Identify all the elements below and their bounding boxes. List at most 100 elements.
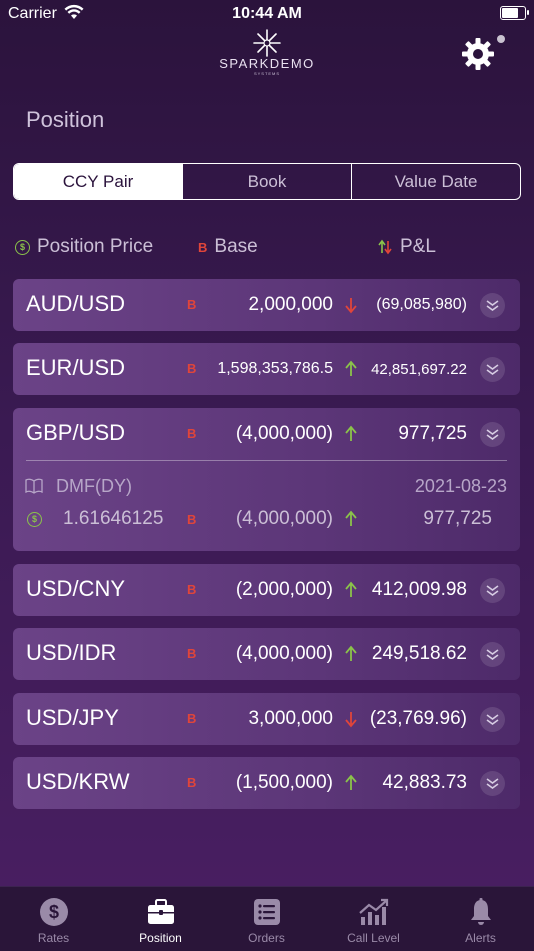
bell-icon (470, 898, 491, 925)
chevron-double-down-icon[interactable] (480, 293, 505, 318)
position-amount: 1,598,353,786.5 (217, 360, 333, 377)
position-row: GBP/USD B (4,000,000) 977,725 (13, 408, 520, 460)
legend-position-price: $ Position Price (15, 236, 153, 258)
base-badge: B (187, 582, 197, 597)
detail-price: 1.61646125 (63, 508, 164, 529)
legend-base-label: Base (214, 236, 258, 257)
position-card[interactable]: EUR/USD B 1,598,353,786.5 42,851,697.22 (13, 343, 520, 395)
position-card[interactable]: USD/CNY B (2,000,000) 412,009.98 (13, 564, 520, 616)
chart-up-icon (358, 898, 388, 925)
position-amount: (4,000,000) (235, 643, 333, 664)
chevron-double-down-icon[interactable] (480, 422, 505, 447)
ccy-pair: AUD/USD (26, 291, 126, 316)
position-amount: 2,000,000 (248, 294, 333, 315)
ccy-pair: USD/IDR (26, 640, 117, 665)
arrow-down-icon (345, 712, 357, 728)
tab-label: Call Level (347, 931, 400, 945)
tab-label: Position (139, 931, 182, 945)
logo-text: SPARKDEMO (219, 56, 315, 71)
base-badge: B (187, 646, 197, 661)
position-amount: 3,000,000 (248, 708, 333, 729)
legend-base: B Base (198, 236, 258, 258)
chevron-double-down-icon[interactable] (480, 707, 505, 732)
ccy-pair: GBP/USD (26, 420, 126, 445)
detail-value-date: 2021-08-23 (414, 476, 507, 496)
tab-orders[interactable]: Orders (213, 887, 320, 951)
pnl-value: (23,769.96) (369, 708, 467, 729)
tab-alerts[interactable]: Alerts (427, 887, 534, 951)
ccy-pair: EUR/USD (26, 355, 126, 380)
app-logo: SPARKDEMO SYSTEMS (200, 28, 334, 82)
position-card[interactable]: USD/IDR B (4,000,000) 249,518.62 (13, 628, 520, 680)
clock: 10:44 AM (232, 5, 302, 22)
base-badge: B (187, 297, 197, 312)
arrow-up-icon (345, 581, 357, 597)
chevron-double-down-icon[interactable] (480, 578, 505, 603)
pnl-value: 412,009.98 (371, 579, 467, 600)
tab-call-level[interactable]: Call Level (320, 887, 427, 951)
gear-icon[interactable] (460, 36, 496, 72)
position-row: USD/CNY B (2,000,000) 412,009.98 (13, 564, 520, 616)
arrow-up-icon (345, 360, 357, 376)
arrow-down-icon (345, 298, 357, 314)
tab-position[interactable]: Position (107, 887, 214, 951)
status-bar: Carrier 10:44 AM (0, 0, 534, 28)
ccy-pair: USD/KRW (26, 769, 130, 794)
base-badge: B (187, 426, 197, 441)
position-card[interactable]: USD/JPY B 3,000,000 (23,769.96) (13, 693, 520, 745)
notification-dot (497, 35, 505, 43)
tab-label: Orders (248, 931, 285, 945)
tab-label: Rates (37, 931, 70, 945)
pnl-value: 249,518.62 (371, 643, 467, 664)
pnl-value: 977,725 (398, 423, 467, 444)
dollar-circle-icon: $ (39, 898, 68, 926)
detail-book-name: DMF(DY) (56, 476, 132, 496)
column-legend: $ Position Price B Base P&L (0, 236, 534, 260)
arrow-up-icon (345, 774, 357, 790)
divider (26, 460, 507, 461)
ccy-pair: USD/CNY (26, 576, 126, 601)
battery-icon (500, 6, 529, 20)
position-row: USD/JPY B 3,000,000 (23,769.96) (13, 693, 520, 745)
chevron-double-down-icon[interactable] (480, 771, 505, 796)
tab-rates[interactable]: $ Rates (0, 887, 107, 951)
position-row: USD/KRW B (1,500,000) 42,883.73 (13, 757, 520, 809)
pnl-value: 42,851,697.22 (371, 361, 467, 378)
dollar-icon: $ (15, 239, 30, 255)
position-amount: (4,000,000) (235, 423, 333, 444)
position-card[interactable]: USD/KRW B (1,500,000) 42,883.73 (13, 757, 520, 809)
grouping-segmented-control: CCY Pair Book Value Date (13, 163, 521, 200)
briefcase-icon (147, 899, 174, 924)
ccy-pair: USD/JPY (26, 705, 119, 730)
position-card-expanded[interactable]: GBP/USD B (4,000,000) 977,725 DMF(DY) 20… (13, 408, 520, 551)
chevron-double-down-icon[interactable] (480, 642, 505, 667)
svg-text:$: $ (48, 902, 58, 922)
base-badge: B (187, 711, 197, 726)
pnl-value: (69,085,980) (376, 296, 467, 313)
arrow-up-icon (345, 645, 357, 661)
base-badge: B (187, 775, 197, 790)
position-card[interactable]: AUD/USD B 2,000,000 (69,085,980) (13, 279, 520, 331)
segment-book[interactable]: Book (182, 164, 351, 199)
base-badge: B (187, 361, 197, 376)
legend-price-label: Position Price (37, 236, 154, 257)
logo-subtext: SYSTEMS (253, 71, 281, 76)
book-icon (25, 478, 43, 494)
segment-value-date[interactable]: Value Date (351, 164, 520, 199)
chevron-double-down-icon[interactable] (480, 357, 505, 382)
position-row: AUD/USD B 2,000,000 (69,085,980) (13, 279, 520, 331)
bottom-tab-bar: $ Rates Position Orders Call Level Alert… (0, 886, 534, 951)
detail-pnl: 977,725 (423, 508, 492, 529)
arrow-up-icon (345, 510, 357, 526)
position-amount: (1,500,000) (235, 772, 333, 793)
up-down-arrows-icon (378, 239, 392, 255)
battery-level (502, 8, 518, 18)
position-row: EUR/USD B 1,598,353,786.5 42,851,697.22 (13, 343, 520, 395)
list-icon (253, 899, 280, 925)
dollar-icon: $ (27, 512, 42, 527)
legend-pnl-label: P&L (400, 236, 436, 257)
segment-ccy-pair[interactable]: CCY Pair (14, 164, 182, 199)
position-row: USD/IDR B (4,000,000) 249,518.62 (13, 628, 520, 680)
base-badge: B (187, 512, 197, 527)
spark-logo-icon (253, 29, 281, 57)
